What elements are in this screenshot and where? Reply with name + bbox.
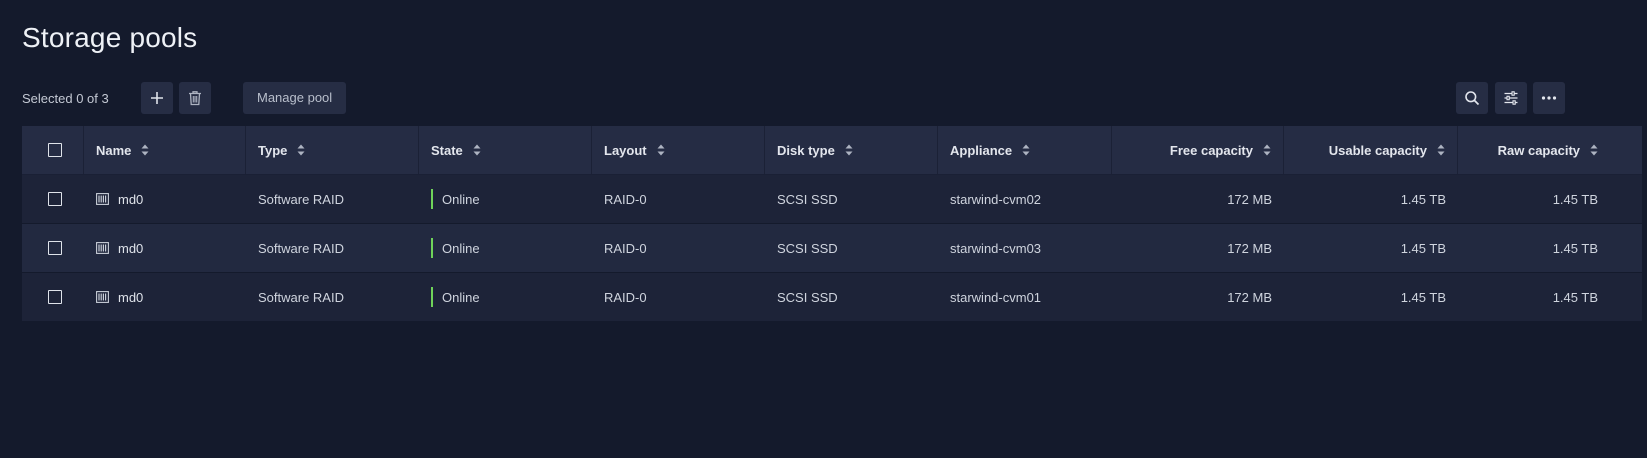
- sort-icon: [1590, 144, 1598, 156]
- cell-name: md0: [84, 175, 246, 223]
- table-row[interactable]: md0 Software RAID Online RAID-0 SCSI SSD…: [22, 273, 1642, 322]
- column-header-raw-capacity[interactable]: Raw capacity: [1458, 126, 1622, 174]
- column-header-type[interactable]: Type: [246, 126, 419, 174]
- sliders-icon: [1504, 91, 1518, 105]
- column-header-usable-capacity[interactable]: Usable capacity: [1284, 126, 1458, 174]
- status-indicator: [431, 238, 433, 258]
- add-pool-button[interactable]: [141, 82, 173, 114]
- page-title: Storage pools: [22, 22, 198, 53]
- row-checkbox[interactable]: [48, 290, 62, 304]
- trash-icon: [189, 91, 201, 106]
- header-select-cell: [22, 126, 84, 174]
- delete-pool-button[interactable]: [179, 82, 211, 114]
- column-header-label: Free capacity: [1169, 142, 1253, 158]
- cell-type: Software RAID: [258, 191, 344, 207]
- row-checkbox[interactable]: [48, 241, 62, 255]
- cell-name: md0: [84, 273, 246, 321]
- cell-free-capacity: 172 MB: [1227, 240, 1272, 256]
- column-header-label: Layout: [604, 142, 647, 158]
- column-header-label: Type: [258, 142, 288, 158]
- table-row[interactable]: md0 Software RAID Online RAID-0 SCSI SSD…: [22, 224, 1642, 273]
- column-header-layout[interactable]: Layout: [592, 126, 765, 174]
- state-text: Online: [442, 289, 480, 305]
- sort-icon: [1022, 144, 1030, 156]
- table-row[interactable]: md0 Software RAID Online RAID-0 SCSI SSD…: [22, 175, 1642, 224]
- column-header-free-capacity[interactable]: Free capacity: [1112, 126, 1284, 174]
- cell-raw-capacity: 1.45 TB: [1552, 289, 1598, 305]
- cell-appliance: starwind-cvm03: [950, 240, 1042, 256]
- storage-pool-icon: [96, 291, 109, 303]
- plus-icon: [151, 92, 163, 104]
- toolbar: Selected 0 of 3 Manage pool: [22, 82, 1642, 114]
- row-select-cell: [22, 273, 84, 321]
- cell-type: Software RAID: [258, 289, 344, 305]
- cell-usable-capacity: 1.45 TB: [1400, 289, 1446, 305]
- search-button[interactable]: [1456, 82, 1488, 114]
- cell-raw-capacity: 1.45 TB: [1552, 240, 1598, 256]
- column-header-state[interactable]: State: [419, 126, 592, 174]
- select-all-checkbox[interactable]: [47, 143, 62, 157]
- column-header-label: Usable capacity: [1328, 142, 1427, 158]
- column-header-label: Raw capacity: [1497, 142, 1580, 158]
- cell-state: Online: [419, 224, 592, 272]
- cell-disk-type: SCSI SSD: [777, 289, 838, 305]
- search-icon: [1465, 91, 1480, 106]
- cell-raw-capacity: 1.45 TB: [1552, 191, 1598, 207]
- column-header-appliance[interactable]: Appliance: [938, 126, 1112, 174]
- state-text: Online: [442, 240, 480, 256]
- column-header-label: Appliance: [950, 142, 1013, 158]
- ellipsis-icon: [1541, 96, 1557, 100]
- sort-icon: [473, 144, 481, 156]
- selection-count: Selected 0 of 3: [22, 91, 109, 106]
- cell-state: Online: [419, 175, 592, 223]
- cell-appliance: starwind-cvm02: [950, 191, 1042, 207]
- column-header-label: Name: [96, 142, 132, 158]
- status-indicator: [431, 189, 433, 209]
- row-checkbox[interactable]: [48, 192, 62, 206]
- column-header-label: Disk type: [777, 142, 835, 158]
- more-actions-button[interactable]: [1533, 82, 1565, 114]
- status-indicator: [431, 287, 433, 307]
- cell-disk-type: SCSI SSD: [777, 191, 838, 207]
- state-text: Online: [442, 191, 480, 207]
- storage-pool-icon: [96, 193, 109, 205]
- row-select-cell: [22, 175, 84, 223]
- cell-layout: RAID-0: [604, 289, 647, 305]
- cell-free-capacity: 172 MB: [1227, 191, 1272, 207]
- sort-icon: [141, 144, 149, 156]
- pool-name: md0: [118, 240, 144, 256]
- cell-usable-capacity: 1.45 TB: [1400, 191, 1446, 207]
- cell-usable-capacity: 1.45 TB: [1400, 240, 1446, 256]
- cell-state: Online: [419, 273, 592, 321]
- cell-layout: RAID-0: [604, 191, 647, 207]
- table-header-row: Name Type State Layout Disk type Applian…: [22, 126, 1642, 175]
- sort-icon: [657, 144, 665, 156]
- manage-pool-button[interactable]: Manage pool: [243, 82, 347, 114]
- storage-pools-table: Name Type State Layout Disk type Applian…: [22, 126, 1642, 322]
- cell-name: md0: [84, 224, 246, 272]
- cell-appliance: starwind-cvm01: [950, 289, 1042, 305]
- sort-icon: [845, 144, 853, 156]
- row-select-cell: [22, 224, 84, 272]
- cell-layout: RAID-0: [604, 240, 647, 256]
- column-header-label: State: [431, 142, 463, 158]
- filter-settings-button[interactable]: [1495, 82, 1527, 114]
- cell-disk-type: SCSI SSD: [777, 240, 838, 256]
- cell-type: Software RAID: [258, 240, 344, 256]
- cell-free-capacity: 172 MB: [1227, 289, 1272, 305]
- sort-icon: [297, 144, 305, 156]
- sort-icon: [1263, 144, 1271, 156]
- sort-icon: [1437, 144, 1445, 156]
- column-header-disk-type[interactable]: Disk type: [765, 126, 938, 174]
- storage-pool-icon: [96, 242, 109, 254]
- column-header-name[interactable]: Name: [84, 126, 246, 174]
- pool-name: md0: [118, 289, 144, 305]
- pool-name: md0: [118, 191, 144, 207]
